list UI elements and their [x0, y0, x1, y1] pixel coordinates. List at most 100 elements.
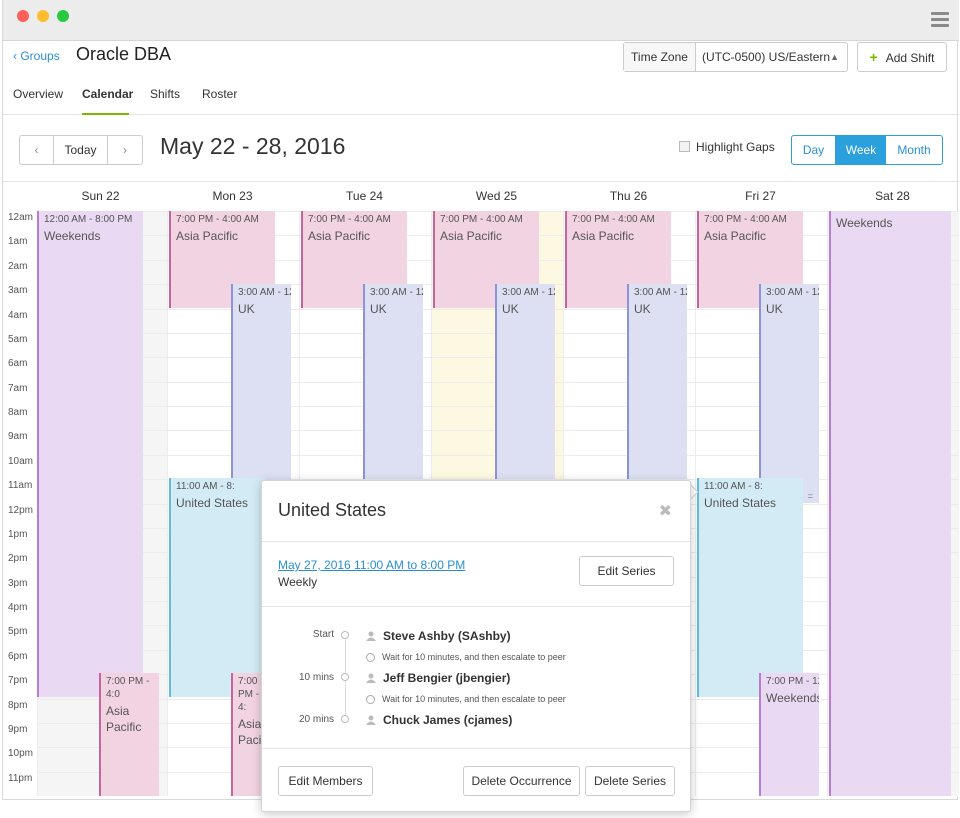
back-label: Groups [20, 49, 60, 63]
highlight-gaps-checkbox[interactable] [679, 141, 690, 152]
event-name: United States [704, 496, 777, 510]
column-divider [827, 211, 828, 796]
tab-calendar[interactable]: Calendar [82, 87, 133, 101]
calendar-toolbar: ‹ Today › May 22 - 28, 2016 Highlight Ga… [3, 116, 959, 182]
prev-week-button[interactable]: ‹ [20, 136, 54, 164]
next-week-button[interactable]: › [108, 136, 142, 164]
event-time: 7:00 PM - 4: [238, 676, 260, 713]
hamburger-icon[interactable] [931, 12, 949, 28]
shift-event[interactable]: 3:00 AM - 12 UK [363, 284, 423, 479]
shift-event[interactable]: 12:00 AM - 8:00 PM Weekends [37, 211, 143, 697]
shift-event[interactable]: 7:00 PM - 12 Weekends [759, 673, 819, 796]
select-arrows-icon: ▲ [830, 52, 839, 62]
timeline-node [341, 631, 349, 639]
shift-event[interactable]: Weekends [829, 211, 951, 796]
hour-label: 12am [8, 212, 34, 223]
day-header-tue: Tue 24 [346, 189, 383, 203]
hour-label: 3am [8, 285, 28, 296]
resize-handle[interactable]: = [808, 491, 813, 501]
shift-event[interactable]: 3:00 AM - 12 UK [495, 284, 555, 479]
escalation-person[interactable]: Chuck James (cjames) [383, 713, 512, 727]
hour-label: 12pm [8, 505, 34, 516]
back-to-groups-link[interactable]: ‹ Groups [13, 49, 60, 63]
hour-label: 2am [8, 261, 28, 272]
hour-label: 6pm [8, 651, 28, 662]
date-range-title: May 22 - 28, 2016 [160, 133, 346, 159]
divider [262, 541, 690, 542]
hour-label: 2pm [8, 553, 28, 564]
hour-label: 1am [8, 236, 28, 247]
view-week-button[interactable]: Week [836, 136, 886, 164]
divider [262, 748, 690, 749]
person-icon [366, 715, 376, 725]
hour-label: 6am [8, 358, 28, 369]
close-window-button[interactable] [17, 10, 29, 22]
chevron-left-icon: ‹ [13, 49, 17, 63]
edit-series-button[interactable]: Edit Series [579, 556, 674, 586]
event-time: 7:00 PM - 4:00 AM [308, 214, 391, 225]
event-name: Weekends [766, 691, 819, 705]
maximize-window-button[interactable] [57, 10, 69, 22]
delete-occurrence-button[interactable]: Delete Occurrence [463, 766, 580, 796]
view-month-button[interactable]: Month [886, 136, 942, 164]
escalation-person[interactable]: Jeff Bengier (jbengier) [383, 671, 510, 685]
hour-label: 5am [8, 334, 28, 345]
page-title: Oracle DBA [76, 44, 172, 64]
timezone-label: Time Zone [624, 43, 696, 71]
shift-event[interactable]: 7:00 PM - 4:0 Asia Pacific [99, 673, 159, 796]
occurrence-date-link[interactable]: May 27, 2016 11:00 AM to 8:00 PM [278, 558, 465, 572]
shift-event[interactable]: 3:00 AM - 12 UK = [759, 284, 819, 503]
hour-label: 4pm [8, 602, 28, 613]
event-time: 7:00 PM - 4:00 AM [176, 214, 259, 225]
shift-event[interactable]: 11:00 AM - 8: United States [169, 478, 265, 697]
event-time: 7:00 PM - 4:00 AM [704, 214, 787, 225]
edit-members-button[interactable]: Edit Members [278, 766, 373, 796]
day-header-mon: Mon 23 [212, 189, 253, 203]
close-icon[interactable]: ✖ [659, 501, 672, 521]
shift-event[interactable]: 11:00 AM - 8: United States = [697, 478, 803, 697]
hour-label: 10pm [8, 748, 34, 759]
hour-label: 11pm [8, 773, 33, 784]
date-nav-group: ‹ Today › [19, 135, 143, 165]
event-name: Asia Pacific [308, 229, 371, 243]
day-header-sun: Sun 22 [81, 189, 120, 203]
tab-roster[interactable]: Roster [202, 87, 237, 101]
view-day-button[interactable]: Day [792, 136, 836, 164]
popover-title: United States [278, 500, 387, 520]
recurrence-text: Weekly [278, 575, 318, 589]
event-name: Weekends [836, 216, 893, 230]
event-time: 3:00 AM - 12 [238, 287, 291, 298]
day-header-sat: Sat 28 [875, 189, 910, 203]
highlight-gaps-toggle[interactable]: Highlight Gaps [679, 140, 775, 154]
hour-label: 5pm [8, 626, 28, 637]
tab-overview[interactable]: Overview [13, 87, 63, 101]
tab-shifts[interactable]: Shifts [150, 87, 180, 101]
hour-label: 9pm [8, 724, 28, 735]
shift-event[interactable]: 7:00 PM - 4: Asia Pacific [231, 673, 265, 796]
event-name: Asia Pacific [176, 229, 239, 243]
event-name: UK [370, 302, 387, 316]
escalation-person[interactable]: Steve Ashby (SAshby) [383, 629, 511, 643]
clock-icon [366, 653, 375, 662]
event-name: Asia Pacific [572, 229, 635, 243]
shift-event[interactable]: 3:00 AM - 12 UK [231, 284, 291, 503]
event-name: UK [238, 302, 255, 316]
delete-series-button[interactable]: Delete Series [585, 766, 675, 796]
event-name: UK [766, 302, 783, 316]
timezone-select[interactable]: Time Zone (UTC-0500) US/Eastern ▲ [623, 42, 848, 72]
minimize-window-button[interactable] [37, 10, 49, 22]
event-name: Asia Pacific [440, 229, 503, 243]
timezone-value: (UTC-0500) US/Eastern [702, 50, 831, 64]
person-icon [366, 631, 376, 641]
hour-label: 1pm [8, 529, 28, 540]
event-time: 7:00 PM - 4:00 AM [440, 214, 523, 225]
event-time: 3:00 AM - 12 [370, 287, 423, 298]
view-switcher: Day Week Month [791, 135, 943, 165]
event-time: 11:00 AM - 8: [704, 481, 763, 492]
today-button[interactable]: Today [54, 136, 108, 164]
page-header: ‹ Groups Oracle DBA Overview Calendar Sh… [3, 41, 959, 115]
shift-event[interactable]: 3:00 AM - 12 UK [627, 284, 687, 479]
add-shift-button[interactable]: + Add Shift [857, 42, 947, 72]
event-time: 3:00 AM - 12 [634, 287, 687, 298]
event-name: United States [176, 496, 249, 510]
